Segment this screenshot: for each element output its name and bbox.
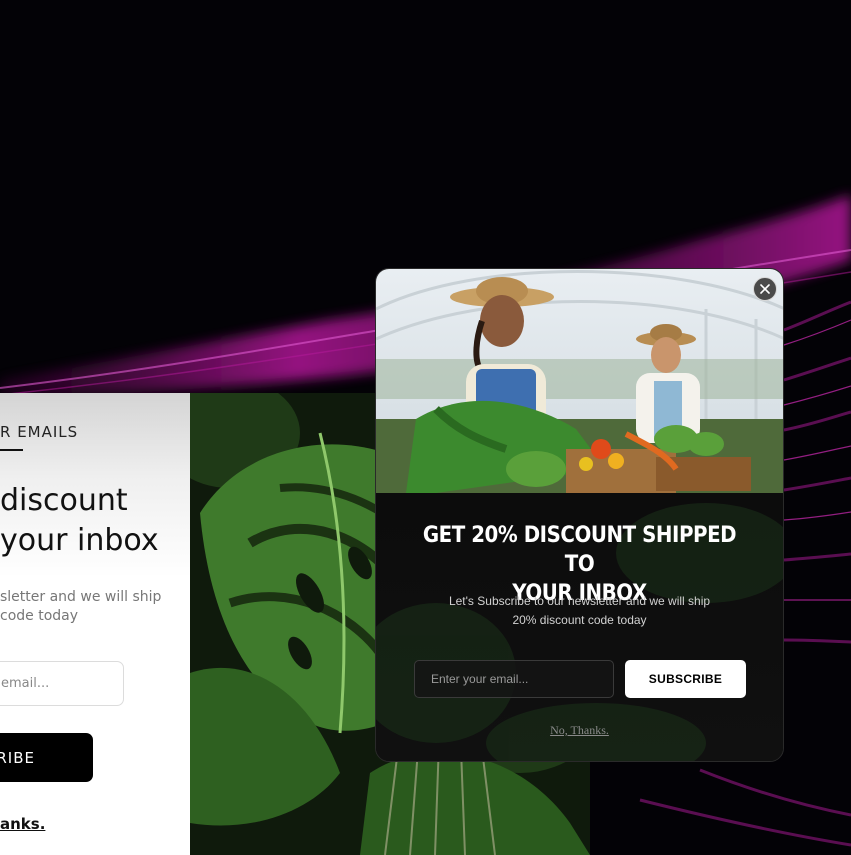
- left-email-input[interactable]: email...: [0, 661, 124, 706]
- popup-description: Let's Subscribe to our newsletter and we…: [416, 592, 743, 630]
- left-eyebrow-underline: [0, 449, 23, 451]
- popup-description-line1: Let's Subscribe to our newsletter and we…: [448, 594, 711, 608]
- left-heading-line2: your inbox: [0, 523, 159, 558]
- close-icon: [760, 284, 770, 294]
- popup-description-line2: 20% discount code today: [512, 613, 647, 627]
- email-input[interactable]: Enter your email...: [414, 660, 614, 698]
- subscribe-button[interactable]: SUBSCRIBE: [625, 660, 746, 698]
- left-newsletter-card: R EMAILS discount your inbox sletter and…: [0, 393, 190, 855]
- left-description: sletter and we will ship code today: [0, 588, 161, 626]
- left-email-placeholder: email...: [1, 676, 50, 691]
- subscribe-label: SUBSCRIBE: [648, 672, 723, 686]
- close-button[interactable]: [753, 277, 777, 301]
- farmers-photo: [376, 269, 783, 493]
- left-description-line1: sletter and we will ship: [0, 589, 162, 605]
- email-placeholder: Enter your email...: [431, 672, 529, 686]
- popup-title-line1: GET 20% DISCOUNT SHIPPED TO: [422, 523, 737, 577]
- left-description-line2: code today: [0, 608, 79, 624]
- left-subscribe-button[interactable]: RIBE: [0, 733, 93, 782]
- no-thanks-link[interactable]: No, Thanks.: [376, 723, 783, 738]
- left-heading-line1: discount: [0, 483, 128, 518]
- left-no-thanks-link[interactable]: anks.: [0, 815, 45, 833]
- left-heading: discount your inbox: [0, 481, 159, 561]
- left-eyebrow: R EMAILS: [0, 423, 79, 441]
- newsletter-popup: GET 20% DISCOUNT SHIPPED TO YOUR INBOX L…: [375, 268, 784, 762]
- left-subscribe-label: RIBE: [0, 748, 35, 767]
